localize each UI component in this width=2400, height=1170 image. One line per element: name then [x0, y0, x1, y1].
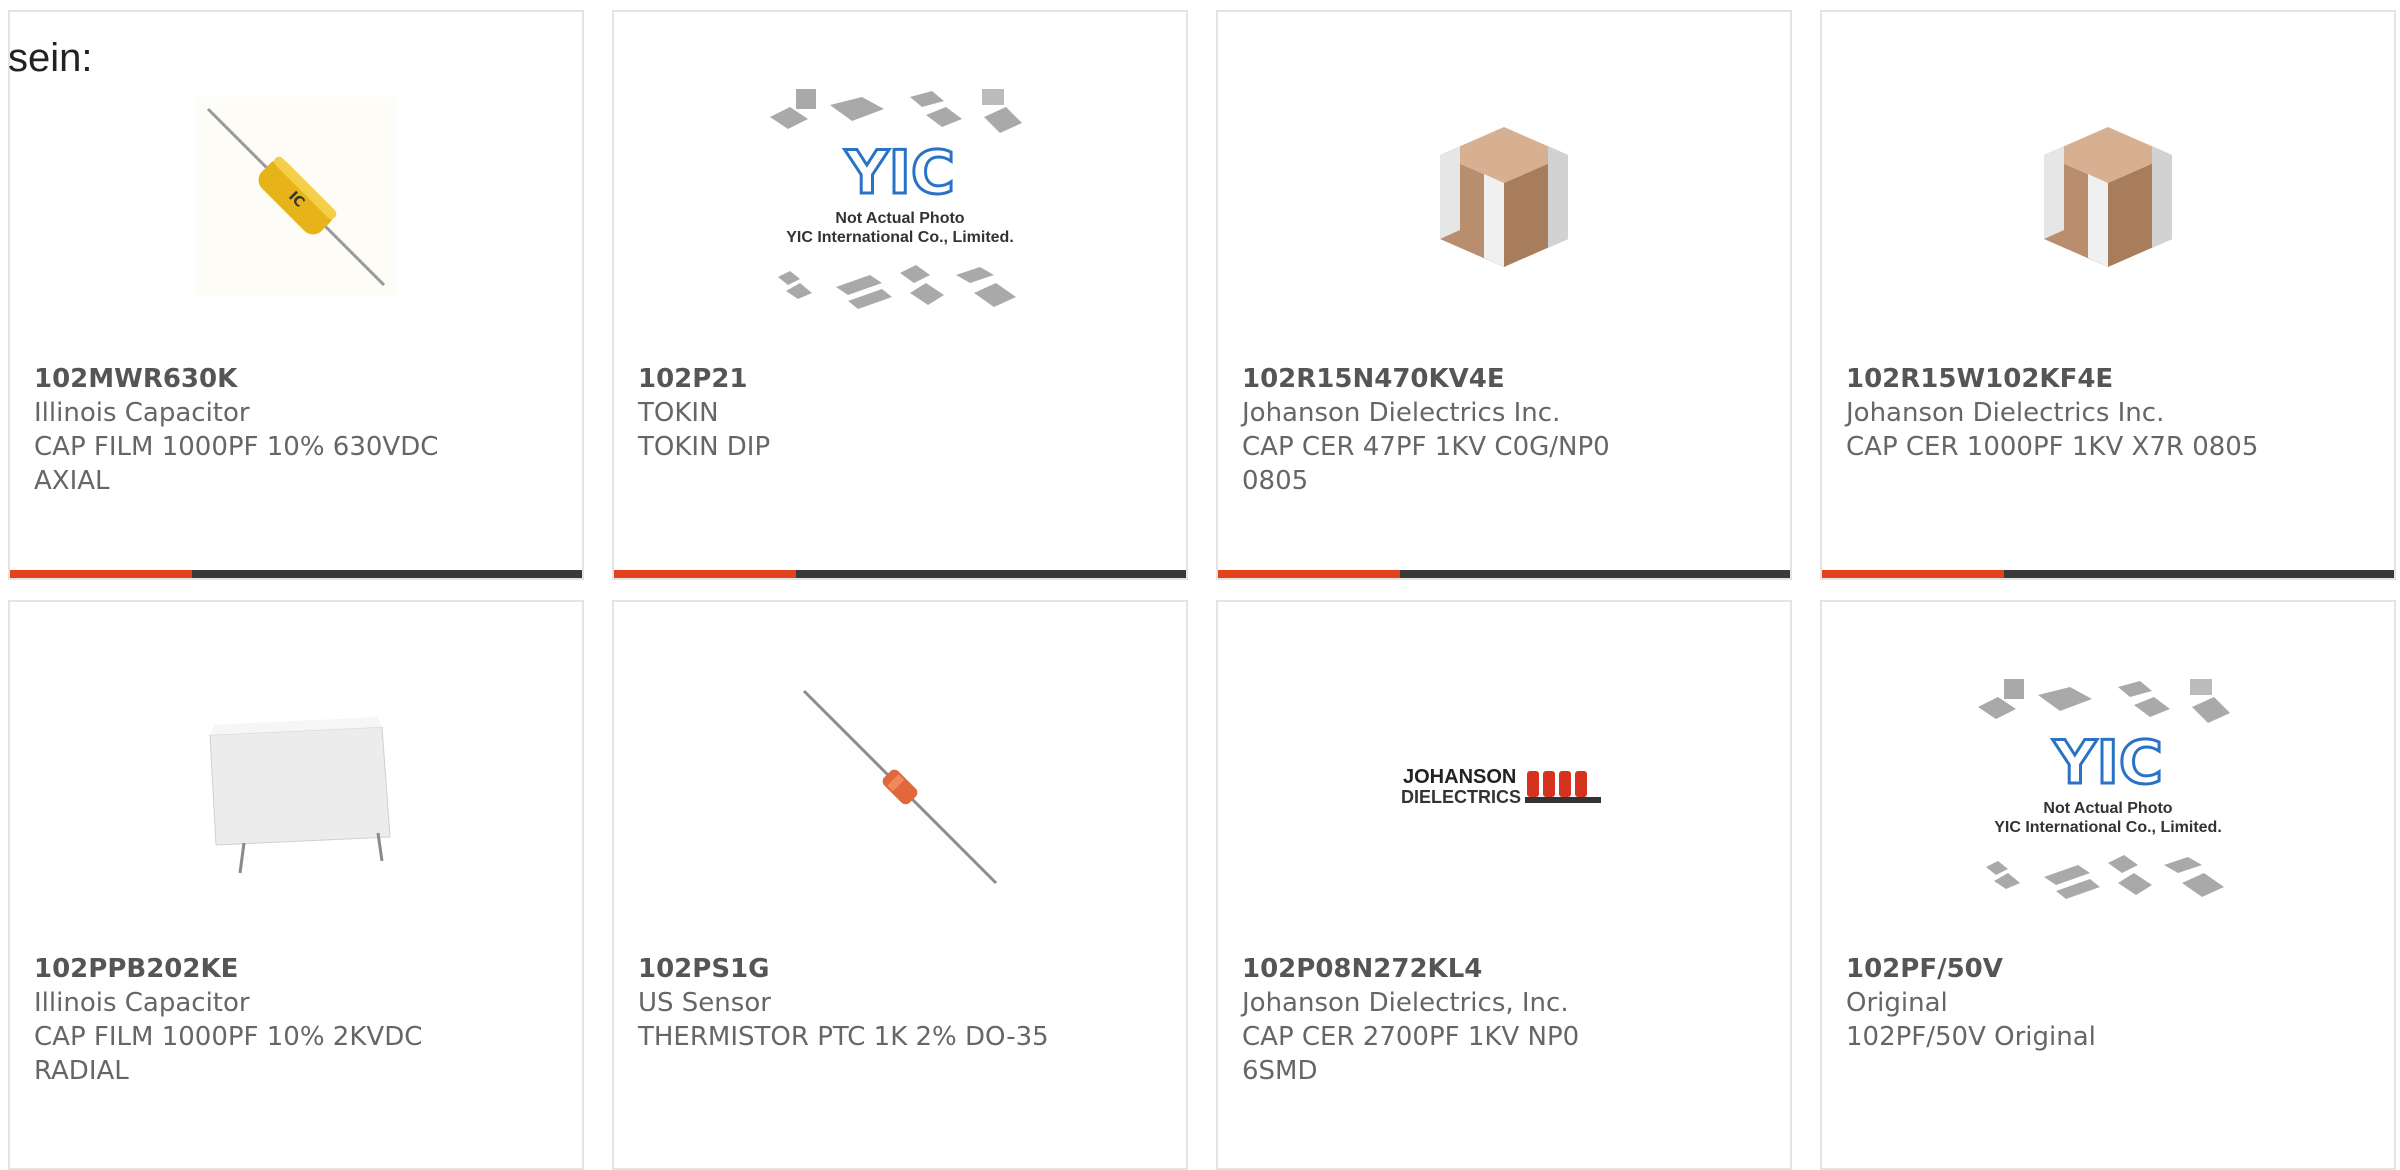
product-image-axial-film-capacitor[interactable]: IC	[10, 82, 582, 312]
product-card[interactable]: 102R15W102KF4E Johanson Dielectrics Inc.…	[1820, 10, 2396, 580]
card-bar	[1218, 570, 1790, 578]
product-image-johanson-logo[interactable]: JOHANSON DIELECTRICS	[1218, 672, 1790, 902]
product-card[interactable]: YIC Not Actual Photo YIC International C…	[612, 10, 1188, 580]
description: CAP CER 47PF 1KV C0G/NP0 0805	[1242, 432, 1610, 496]
image-caption: Not Actual Photo	[835, 210, 964, 227]
product-card[interactable]: 102PPB202KE Illinois Capacitor CAP FILM …	[8, 600, 584, 1170]
card-bar-accent	[614, 570, 796, 578]
card-bar	[1822, 570, 2394, 578]
card-bar-accent	[1218, 570, 1400, 578]
product-card[interactable]: IC 102MWR630K Illinois Capacitor CAP FIL…	[8, 10, 584, 580]
description: CAP FILM 1000PF 10% 630VDC AXIAL	[34, 432, 439, 496]
card-bar	[614, 570, 1186, 578]
description: CAP FILM 1000PF 10% 2KVDC RADIAL	[34, 1022, 423, 1086]
manufacturer: Illinois Capacitor	[34, 398, 250, 428]
image-caption: YIC International Co., Limited.	[786, 229, 1014, 246]
manufacturer: Original	[1846, 988, 1948, 1018]
manufacturer: US Sensor	[638, 988, 771, 1018]
description: CAP CER 2700PF 1KV NP0 6SMD	[1242, 1022, 1580, 1086]
product-card[interactable]: 102PS1G US Sensor THERMISTOR PTC 1K 2% D…	[612, 600, 1188, 1170]
johanson-logo-text: JOHANSON	[1403, 766, 1516, 788]
part-number[interactable]: 102P08N272KL4	[1242, 952, 1770, 986]
part-number[interactable]: 102PS1G	[638, 952, 1166, 986]
product-image-smd-ceramic-chip[interactable]	[1218, 82, 1790, 312]
product-image-yic-placeholder[interactable]: YIC Not Actual Photo YIC International C…	[614, 82, 1186, 312]
product-image-yic-placeholder[interactable]: YIC Not Actual Photo YIC International C…	[1822, 672, 2394, 902]
johanson-logo-text: DIELECTRICS	[1401, 787, 1521, 807]
description: 102PF/50V Original	[1846, 1022, 2096, 1052]
lead-text: sein:	[8, 36, 93, 80]
part-number[interactable]: 102MWR630K	[34, 362, 562, 396]
product-card[interactable]: 102R15N470KV4E Johanson Dielectrics Inc.…	[1216, 10, 1792, 580]
manufacturer: Johanson Dielectrics, Inc.	[1242, 988, 1569, 1018]
manufacturer: Johanson Dielectrics Inc.	[1846, 398, 2165, 428]
part-number[interactable]: 102P21	[638, 362, 1166, 396]
manufacturer: Illinois Capacitor	[34, 988, 250, 1018]
card-bar	[10, 570, 582, 578]
description: CAP CER 1000PF 1KV X7R 0805	[1846, 432, 2259, 462]
yic-logo: YIC	[844, 138, 955, 208]
product-card[interactable]: YIC Not Actual Photo YIC International C…	[1820, 600, 2396, 1170]
card-bar-accent	[10, 570, 192, 578]
manufacturer: TOKIN	[638, 398, 719, 428]
part-number[interactable]: 102PPB202KE	[34, 952, 562, 986]
card-bar-accent	[1822, 570, 2004, 578]
yic-logo: YIC	[2052, 728, 2163, 798]
image-caption: Not Actual Photo	[2043, 800, 2172, 817]
product-image-smd-ceramic-chip[interactable]	[1822, 82, 2394, 312]
product-card[interactable]: JOHANSON DIELECTRICS 102P08N272KL4 Johan…	[1216, 600, 1792, 1170]
image-caption: YIC International Co., Limited.	[1994, 819, 2222, 836]
product-image-axial-thermistor[interactable]	[614, 672, 1186, 902]
description: TOKIN DIP	[638, 432, 771, 462]
manufacturer: Johanson Dielectrics Inc.	[1242, 398, 1561, 428]
description: THERMISTOR PTC 1K 2% DO-35	[638, 1022, 1049, 1052]
part-number[interactable]: 102R15N470KV4E	[1242, 362, 1770, 396]
part-number[interactable]: 102R15W102KF4E	[1846, 362, 2374, 396]
product-image-box-film-capacitor[interactable]	[10, 672, 582, 902]
part-number[interactable]: 102PF/50V	[1846, 952, 2374, 986]
